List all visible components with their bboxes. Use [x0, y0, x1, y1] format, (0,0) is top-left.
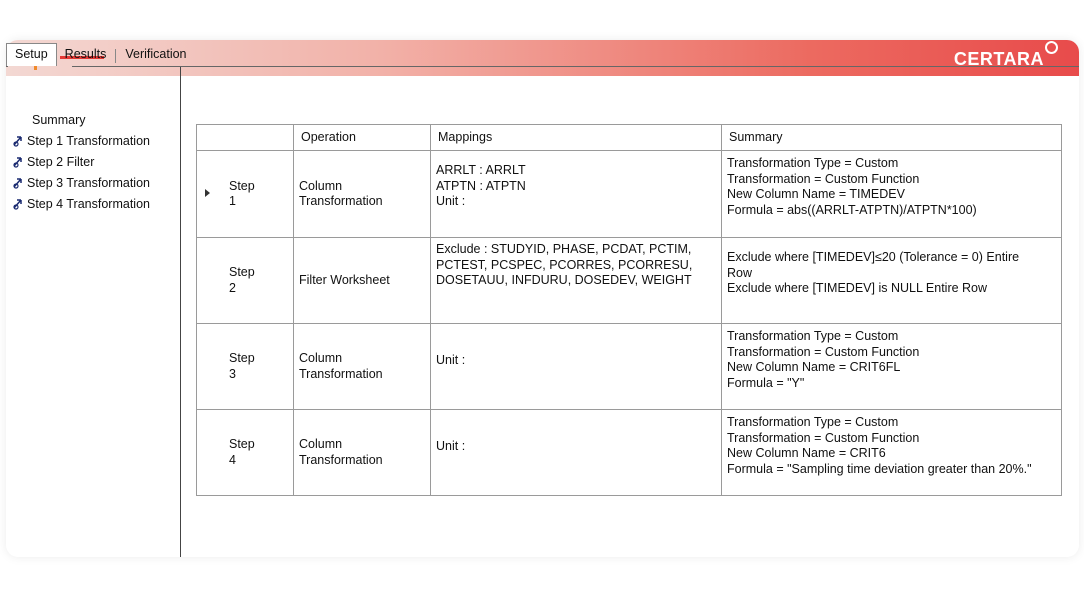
table-row[interactable]: Step 4 Column Transformation Unit : Tran…: [196, 409, 1062, 496]
mappings-text: Exclude : STUDYID, PHASE, PCDAT, PCTIM, …: [436, 242, 693, 287]
summary-cell: Transformation Type = Custom Transformat…: [721, 409, 1062, 496]
step-cell: Step 2: [196, 237, 294, 324]
tree-item-step-3[interactable]: Step 3 Transformation: [12, 174, 150, 192]
step-label: Step 1: [229, 178, 255, 209]
summary-table: Operation Mappings Summary Step 1 Column…: [196, 124, 1062, 496]
operation-label: Column Transformation: [299, 437, 383, 467]
summary-cell: Exclude where [TIMEDEV]≤20 (Tolerance = …: [721, 237, 1062, 324]
transform-icon: [13, 178, 22, 189]
summary-text: Transformation Type = Custom Transformat…: [727, 156, 977, 217]
tree-item-summary[interactable]: Summary: [32, 111, 85, 129]
step-cell: Step 3: [196, 323, 294, 410]
table-row[interactable]: Step 2 Filter Worksheet Exclude : STUDYI…: [196, 237, 1062, 324]
tree-item-step-4[interactable]: Step 4 Transformation: [12, 195, 150, 213]
step-cell: Step 1: [196, 150, 294, 238]
tab-verification[interactable]: Verification: [117, 44, 194, 66]
tree-item-label: Step 4 Transformation: [27, 197, 150, 211]
summary-cell: Transformation Type = Custom Transformat…: [721, 323, 1062, 410]
step-cell: Step 4: [196, 409, 294, 496]
step-label: Step 2: [229, 265, 255, 295]
operation-label: Filter Worksheet: [299, 272, 390, 287]
mappings-text: ARRLT : ARRLT ATPTN : ATPTN Unit :: [436, 163, 526, 208]
tab-results[interactable]: Results: [57, 44, 115, 66]
summary-text: Transformation Type = Custom Transformat…: [727, 329, 920, 390]
transform-icon: [13, 136, 22, 147]
transform-icon: [13, 199, 22, 210]
tree-item-label: Step 3 Transformation: [27, 176, 150, 190]
tab-divider: [115, 49, 117, 63]
tab-strip: Setup Results Verification: [6, 43, 195, 66]
operation-cell: Column Transformation: [293, 323, 431, 410]
table-header-row: Operation Mappings Summary: [196, 124, 1062, 151]
summary-text: Exclude where [TIMEDEV]≤20 (Tolerance = …: [727, 250, 1020, 295]
column-header: [196, 124, 294, 151]
tree-item-label: Step 1 Transformation: [27, 134, 150, 148]
summary-text: Transformation Type = Custom Transformat…: [727, 415, 1032, 476]
row-selector-arrow-icon: [205, 189, 210, 197]
column-header-summary: Summary: [721, 124, 1062, 151]
tree-item-label: Summary: [32, 113, 86, 127]
tree-item-label: Step 2 Filter: [27, 155, 95, 169]
mappings-text: Unit :: [436, 353, 466, 367]
table-row[interactable]: Step 1 Column Transformation ARRLT : ARR…: [196, 150, 1062, 238]
transform-icon: [13, 157, 22, 168]
operation-cell: Filter Worksheet: [293, 237, 431, 324]
operation-cell: Column Transformation: [293, 409, 431, 496]
mappings-cell: Exclude : STUDYID, PHASE, PCDAT, PCTIM, …: [430, 237, 722, 324]
step-label: Step 3: [229, 351, 255, 381]
tree-item-step-1[interactable]: Step 1 Transformation: [12, 132, 150, 150]
mappings-cell: Unit :: [430, 409, 722, 496]
mappings-cell: ARRLT : ARRLT ATPTN : ATPTN Unit :: [430, 150, 722, 238]
operation-label: Column Transformation: [299, 178, 383, 209]
step-tree: Summary Step 1 Transformation Step 2 Fil…: [6, 67, 181, 557]
column-header-operation: Operation: [293, 124, 431, 151]
operation-label: Column Transformation: [299, 351, 383, 381]
column-header-mappings: Mappings: [430, 124, 722, 151]
operation-cell: Column Transformation: [293, 150, 431, 238]
tab-setup[interactable]: Setup: [6, 43, 57, 66]
mappings-cell: Unit :: [430, 323, 722, 410]
step-label: Step 4: [229, 437, 255, 467]
tab-baseline: [72, 66, 1079, 67]
mappings-text: Unit :: [436, 439, 466, 453]
tree-item-step-2[interactable]: Step 2 Filter: [12, 153, 94, 171]
summary-cell: Transformation Type = Custom Transformat…: [721, 150, 1062, 238]
table-row[interactable]: Step 3 Column Transformation Unit : Tran…: [196, 323, 1062, 410]
